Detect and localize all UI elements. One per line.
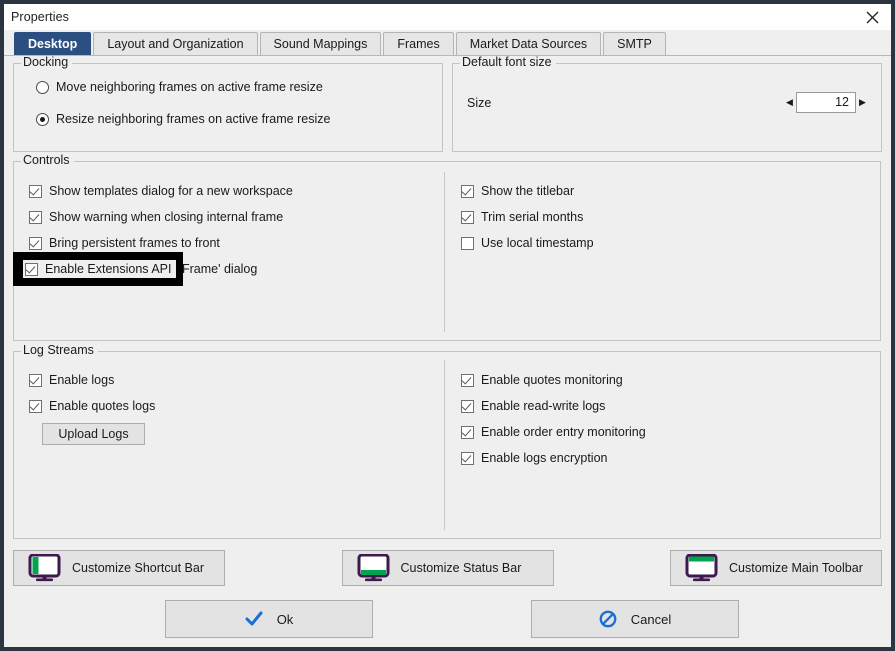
controls-group-title: Controls [21, 154, 74, 167]
tab-smtp[interactable]: SMTP [603, 32, 666, 55]
checkbox-icon [461, 185, 474, 198]
checkbox-show-templates-dialog[interactable]: Show templates dialog for a new workspac… [29, 178, 293, 204]
title-bar: Properties [4, 4, 891, 30]
radio-label: Move neighboring frames on active frame … [56, 80, 323, 94]
right-arrow-icon[interactable]: ▶ [856, 98, 869, 107]
checkbox-enable-read-write-logs[interactable]: Enable read-write logs [461, 393, 646, 419]
ban-icon [599, 610, 617, 628]
tab-layout-and-organization[interactable]: Layout and Organization [93, 32, 257, 55]
checkbox-use-local-timestamp[interactable]: Use local timestamp [461, 230, 594, 256]
ok-button[interactable]: Ok [165, 600, 373, 638]
checkbox-icon [461, 452, 474, 465]
tab-label: Market Data Sources [470, 37, 587, 51]
font-size-spinner: ◀ 12 ▶ [783, 92, 869, 113]
checkbox-icon [461, 211, 474, 224]
left-arrow-icon[interactable]: ◀ [783, 98, 796, 107]
checkbox-icon [461, 237, 474, 250]
monitor-status-bar-icon [357, 554, 391, 582]
checkbox-enable-logs[interactable]: Enable logs [29, 367, 155, 393]
dialog-footer: Ok Cancel [13, 586, 882, 647]
checkbox-label: Enable quotes logs [49, 399, 155, 413]
checkbox-icon [29, 400, 42, 413]
checkbox-icon [25, 263, 38, 276]
checkbox-enable-order-entry-monitoring[interactable]: Enable order entry monitoring [461, 419, 646, 445]
checkbox-icon [461, 374, 474, 387]
tab-frames[interactable]: Frames [383, 32, 453, 55]
desktop-tab-panel: Docking Move neighboring frames on activ… [4, 55, 891, 647]
checkbox-trim-serial-months[interactable]: Trim serial months [461, 204, 594, 230]
log-streams-column-divider [444, 360, 445, 530]
default-font-size-group: Default font size Size ◀ 12 ▶ [452, 63, 882, 152]
radio-icon [36, 81, 49, 94]
controls-group: Controls Show templates dialog for a new… [13, 161, 881, 341]
radio-move-neighboring-frames[interactable]: Move neighboring frames on active frame … [36, 76, 442, 98]
customize-status-bar-label: Customize Status Bar [401, 561, 522, 575]
properties-dialog: Properties Desktop Layout and Organizati… [0, 0, 895, 651]
checkbox-label: Show the titlebar [481, 184, 574, 198]
checkbox-label: Show templates dialog for a new workspac… [49, 184, 293, 198]
window-title: Properties [11, 10, 69, 24]
font-size-group-title: Default font size [460, 56, 556, 69]
checkbox-label: Enable order entry monitoring [481, 425, 646, 439]
customize-main-toolbar-label: Customize Main Toolbar [729, 561, 863, 575]
checkbox-enable-quotes-logs[interactable]: Enable quotes logs [29, 393, 155, 419]
tab-sound-mappings[interactable]: Sound Mappings [260, 32, 382, 55]
radio-label: Resize neighboring frames on active fram… [56, 112, 330, 126]
docking-group-title: Docking [21, 56, 72, 69]
checkbox-icon [29, 211, 42, 224]
font-size-input[interactable]: 12 [796, 92, 856, 113]
ok-label: Ok [277, 612, 294, 627]
close-icon[interactable] [859, 6, 885, 28]
upload-logs-button[interactable]: Upload Logs [42, 423, 145, 445]
checkbox-label: Enable logs [49, 373, 114, 387]
checkbox-label: Bring persistent frames to front [49, 236, 220, 250]
checkbox-icon [461, 400, 474, 413]
checkbox-label: Enable read-write logs [481, 399, 605, 413]
tab-label: SMTP [617, 37, 652, 51]
checkbox-icon [29, 374, 42, 387]
top-row: Docking Move neighboring frames on activ… [13, 63, 882, 152]
checkbox-show-warning-closing-internal-frame[interactable]: Show warning when closing internal frame [29, 204, 293, 230]
checkbox-enable-extensions-api-row[interactable] [461, 256, 594, 282]
checkbox-icon [461, 426, 474, 439]
checkbox-label: Enable quotes monitoring [481, 373, 623, 387]
checkbox-enable-extensions-api[interactable]: Enable Extensions API [23, 260, 176, 278]
checkbox-icon [29, 237, 42, 250]
monitor-shortcut-bar-icon [28, 554, 62, 582]
radio-resize-neighboring-frames[interactable]: Resize neighboring frames on active fram… [36, 108, 442, 130]
cancel-label: Cancel [631, 612, 671, 627]
tab-desktop[interactable]: Desktop [14, 32, 91, 55]
log-streams-group-title: Log Streams [21, 344, 98, 357]
tab-label: Sound Mappings [274, 37, 368, 51]
checkbox-label: Show warning when closing internal frame [49, 210, 283, 224]
tab-label: Frames [397, 37, 439, 51]
radio-icon [36, 113, 49, 126]
docking-group: Docking Move neighboring frames on activ… [13, 63, 443, 152]
upload-logs-label: Upload Logs [58, 427, 128, 441]
enable-extensions-api-highlight: Enable Extensions API [13, 252, 183, 286]
customize-shortcut-bar-button[interactable]: Customize Shortcut Bar [13, 550, 225, 586]
tab-market-data-sources[interactable]: Market Data Sources [456, 32, 601, 55]
checkmark-icon [245, 611, 263, 627]
checkbox-icon [29, 185, 42, 198]
font-size-label: Size [467, 96, 491, 110]
log-streams-group: Log Streams Enable logs Enable quotes lo… [13, 351, 881, 539]
tab-label: Layout and Organization [107, 37, 243, 51]
tab-label: Desktop [28, 37, 77, 51]
customize-status-bar-button[interactable]: Customize Status Bar [342, 550, 554, 586]
customize-main-toolbar-button[interactable]: Customize Main Toolbar [670, 550, 882, 586]
checkbox-label: Trim serial months [481, 210, 583, 224]
checkbox-label: Use local timestamp [481, 236, 594, 250]
checkbox-enable-logs-encryption[interactable]: Enable logs encryption [461, 445, 646, 471]
checkbox-enable-quotes-monitoring[interactable]: Enable quotes monitoring [461, 367, 646, 393]
controls-column-divider [444, 172, 445, 332]
checkbox-label: Enable logs encryption [481, 451, 607, 465]
customize-buttons-row: Customize Shortcut Bar Customize Status … [13, 550, 882, 586]
customize-shortcut-bar-label: Customize Shortcut Bar [72, 561, 204, 575]
tab-strip: Desktop Layout and Organization Sound Ma… [4, 30, 891, 55]
checkbox-show-the-titlebar[interactable]: Show the titlebar [461, 178, 594, 204]
cancel-button[interactable]: Cancel [531, 600, 739, 638]
monitor-main-toolbar-icon [685, 554, 719, 582]
checkbox-label: Enable Extensions API [45, 262, 171, 276]
